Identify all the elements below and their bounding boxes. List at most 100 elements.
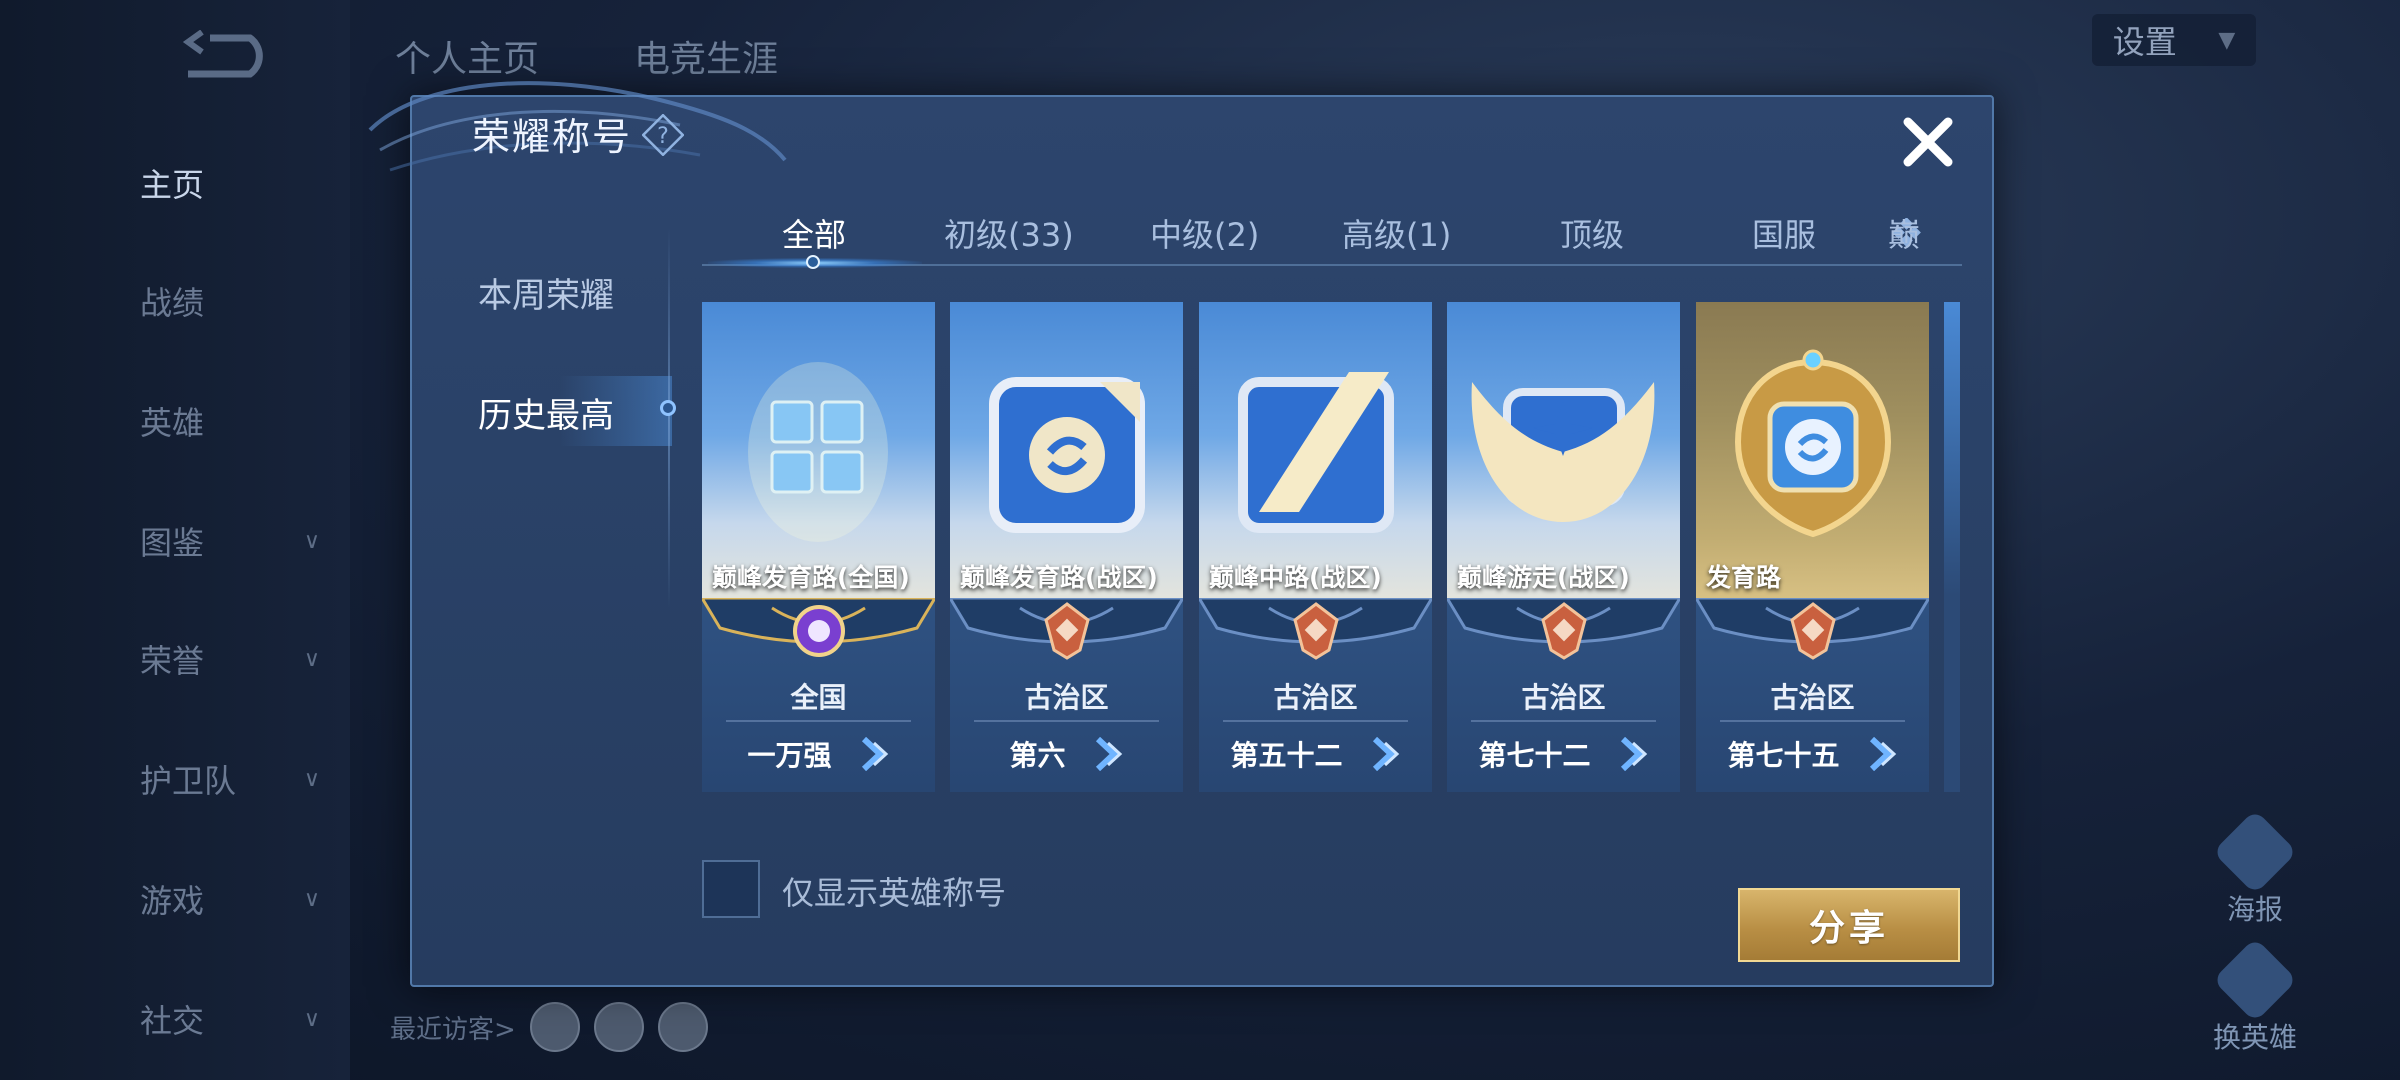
close-icon[interactable] [1898,112,1958,172]
card-rank-link[interactable]: 第六 [950,734,1183,774]
title-card-list: 巅峰发育路(全国) 全国一万强 巅峰发育路(战区) 古治区第六 巅峰中路(战区) 古治区第… [702,300,1960,794]
chevron-down-icon: ∨ [303,1006,320,1032]
title-card[interactable] [1944,302,1960,792]
avatar[interactable] [657,1002,708,1052]
tab-active-dot [806,255,820,269]
recent-visitors[interactable]: 最近访客> [390,1002,708,1052]
tab-all[interactable]: 全部 [782,210,846,256]
sidebar-item-label: 荣誉 [140,642,205,680]
help-icon[interactable]: ? [642,114,684,156]
divider [974,720,1159,722]
dialog-title: 荣耀称号 [472,115,633,159]
card-region: 全国 [790,681,847,714]
title-card[interactable]: 巅峰游走(战区) 古治区 第七十二 [1447,302,1680,792]
card-rank: 第六 [1009,739,1066,772]
sidebar-item[interactable]: 社交 ∨ [140,996,320,1042]
chevron-down-icon: ▼ [2218,27,2236,53]
title-card[interactable]: 巅峰发育路(战区) 古治区第六 [950,302,1183,792]
card-title: 巅峰中路(战区) [1209,563,1382,592]
title-card[interactable]: 巅峰中路(战区) 古治区第五十二 [1199,302,1432,792]
settings-button[interactable]: 设置 ▼ [2092,14,2256,66]
back-icon[interactable] [180,30,275,82]
sidebar-item[interactable]: 护卫队 ∨ [140,756,320,802]
swap-hero-button[interactable]: 换英雄 [2200,937,2310,1056]
card-artwork [1696,302,1929,598]
card-artwork [1447,302,1680,598]
tab-advanced[interactable]: 高级(1) [1342,210,1451,256]
national-rank-badge-icon [793,605,845,657]
divider [726,720,911,722]
sidebar-item-label: 社交 [140,1002,205,1040]
zone-rank-badge-icon [1293,602,1339,660]
card-title: 发育路 [1706,563,1782,592]
card-rank-link[interactable]: 第五十二 [1199,734,1432,774]
tab-junior[interactable]: 初级(33) [944,210,1074,256]
side-tab-this-week[interactable]: 本周荣耀 [478,268,614,317]
sidebar-item[interactable]: 战绩 [140,278,320,324]
swap-hero-label: 换英雄 [2212,1021,2297,1054]
poster-label: 海报 [2226,893,2283,926]
tab-intermediate[interactable]: 中级(2) [1150,210,1259,256]
card-rank: 第七十二 [1478,739,1591,772]
sidebar-item[interactable]: 游戏 ∨ [140,876,320,922]
hero-titles-only-checkbox[interactable] [702,860,760,918]
sidebar-item[interactable]: 图鉴 ∨ [140,518,320,564]
winged-emblem-icon [1471,382,1655,522]
card-region: 古治区 [1770,681,1855,714]
hero-titles-only-label: 仅显示英雄称号 [782,874,1007,912]
card-rank: 第七十五 [1727,739,1840,772]
chevron-down-icon: ∨ [303,646,320,672]
title-card[interactable]: 巅峰发育路(全国) 全国一万强 [702,302,935,792]
divider [1471,720,1656,722]
tab-peak[interactable]: 巅 [1888,210,1920,256]
card-rank-link[interactable]: 一万强 [702,734,935,774]
card-title: 巅峰发育路(全国) [712,563,910,592]
avatar[interactable] [593,1002,644,1052]
sidebar-item[interactable]: 荣誉 ∨ [140,636,320,682]
s-badge-emblem-icon [989,377,1145,533]
card-title: 巅峰发育路(战区) [960,563,1158,592]
avatar[interactable] [529,1002,580,1052]
sidebar-item[interactable]: 主页 [140,160,320,206]
chevron-right-icon [1620,737,1647,771]
card-artwork [1199,302,1432,598]
settings-label: 设置 [2112,23,2177,61]
sidebar-item-label: 英雄 [140,404,205,442]
card-rank: 第五十二 [1230,739,1343,772]
divider [668,228,670,608]
card-region: 古治区 [1273,681,1358,714]
card-rank-link[interactable]: 第七十五 [1696,734,1929,774]
glowing-grid-emblem-icon [748,362,888,542]
tab-top[interactable]: 顶级 [1560,210,1624,256]
tab-national[interactable]: 国服 [1752,210,1816,256]
title-card[interactable]: 发育路古治区第七十五 [1696,302,1929,792]
chevron-down-icon: ∨ [303,886,320,912]
side-tab-active-dot [660,400,676,416]
card-region: 古治区 [1024,681,1109,714]
zone-rank-badge-icon [1790,602,1836,660]
divider [1720,720,1905,722]
slash-frame-emblem-icon [1238,372,1394,533]
chevron-down-icon: ∨ [303,766,320,792]
gold-medal-emblem-icon [1734,349,1892,538]
svg-text:?: ? [657,124,669,149]
divider [1223,720,1408,722]
card-artwork [950,302,1183,598]
sidebar-item-label: 游戏 [140,882,205,920]
chevron-right-icon [1372,737,1399,771]
poster-button[interactable]: 海报 [2200,809,2310,928]
chevron-right-icon [861,737,888,771]
card-rank: 一万强 [747,739,832,772]
side-tab-history-best[interactable]: 历史最高 [478,388,614,437]
sidebar-item-label: 战绩 [140,284,205,322]
card-region: 古治区 [1521,681,1606,714]
zone-rank-badge-icon [1044,602,1090,660]
sidebar-item-label: 护卫队 [140,762,237,800]
share-button[interactable]: 分享 [1738,888,1960,962]
chevron-right-icon [1869,737,1896,771]
sidebar-item[interactable]: 英雄 [140,398,320,444]
sidebar-item-label: 主页 [140,166,205,204]
card-rank-link[interactable]: 第七十二 [1447,734,1680,774]
share-label: 分享 [1808,908,1889,949]
swap-hero-icon [2212,937,2298,1023]
